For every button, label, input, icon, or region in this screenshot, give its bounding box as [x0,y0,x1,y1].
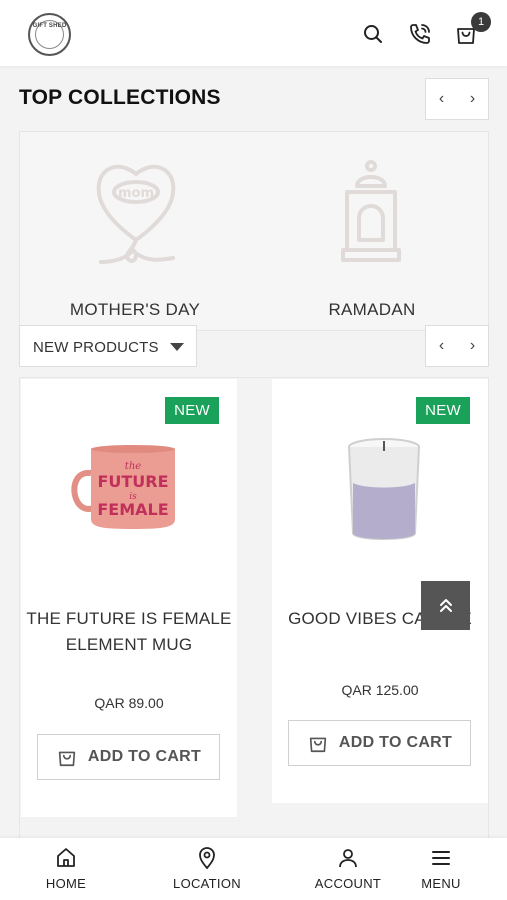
products-carousel-nav: ‹ › [425,325,489,367]
product-price: QAR 125.00 [341,682,419,698]
next-arrow-icon[interactable]: › [457,326,488,366]
add-to-cart-button[interactable]: ADD TO CART [288,720,471,766]
hamburger-menu-icon [432,851,450,865]
nav-label: HOME [45,876,87,891]
search-icon[interactable] [361,22,385,46]
cart-count-badge: 1 [471,12,491,32]
candle-product-image [348,438,420,540]
prev-arrow-icon[interactable]: ‹ [426,79,457,119]
nav-label: ACCOUNT [314,876,382,891]
collection-item[interactable]: RAMADAN [257,152,487,319]
scroll-to-top-button[interactable] [421,581,470,630]
home-icon [57,848,75,867]
collections-carousel: mom MOTHER'S DAY RAMADAN [19,131,489,331]
nav-label: LOCATION [173,876,241,891]
lantern-icon [341,160,401,262]
new-badge: NEW [416,397,470,424]
product-name[interactable]: THE FUTURE IS FEMALE ELEMENT MUG [21,606,237,658]
double-chevron-up-icon [439,598,452,612]
collections-carousel-nav: ‹ › [425,78,489,120]
heart-mom-icon: mom [96,164,176,264]
bottom-navigation: HOME LOCATION ACCOUNT MENU [0,838,507,900]
add-to-cart-label: ADD TO CART [87,748,202,765]
collection-item[interactable]: mom MOTHER'S DAY [20,152,250,319]
nav-home[interactable]: HOME [21,846,111,891]
nav-location[interactable]: LOCATION [162,846,252,891]
svg-text:mom: mom [118,186,154,201]
collection-label: RAMADAN [328,300,416,319]
prev-arrow-icon[interactable]: ‹ [426,326,457,366]
next-arrow-icon[interactable]: › [457,79,488,119]
product-filter-dropdown[interactable]: NEW PRODUCTS [19,325,197,367]
shopping-bag-icon [309,737,327,753]
user-icon [339,849,357,868]
mug-product-image: the FUTURE is FEMALE [71,445,175,529]
add-to-cart-label: ADD TO CART [338,734,453,751]
product-card[interactable]: NEW the FUTURE is FEMALE THE FUTURE IS F… [21,379,237,817]
logo-text: GIFT SHED [32,23,67,29]
location-pin-icon [199,847,215,870]
nav-account[interactable]: ACCOUNT [303,846,393,891]
nav-menu[interactable]: MENU [396,846,486,891]
new-badge: NEW [165,397,219,424]
svg-text:FUTURE: FUTURE [97,472,168,491]
svg-text:FEMALE: FEMALE [97,500,168,519]
section-title: TOP COLLECTIONS [19,86,221,109]
top-header: GIFT SHED 1 [0,0,507,66]
products-carousel: NEW the FUTURE is FEMALE THE FUTURE IS F… [19,377,489,847]
phone-icon[interactable] [408,22,432,46]
product-price: QAR 89.00 [94,695,164,711]
shopping-bag-icon [58,751,76,767]
gift-shed-logo[interactable]: GIFT SHED [28,13,71,56]
caret-down-icon [170,343,184,351]
dropdown-selected-label: NEW PRODUCTS [33,339,159,356]
collection-label: MOTHER'S DAY [69,300,201,319]
svg-text:the: the [125,461,141,472]
add-to-cart-button[interactable]: ADD TO CART [37,734,220,780]
nav-label: MENU [421,876,461,891]
